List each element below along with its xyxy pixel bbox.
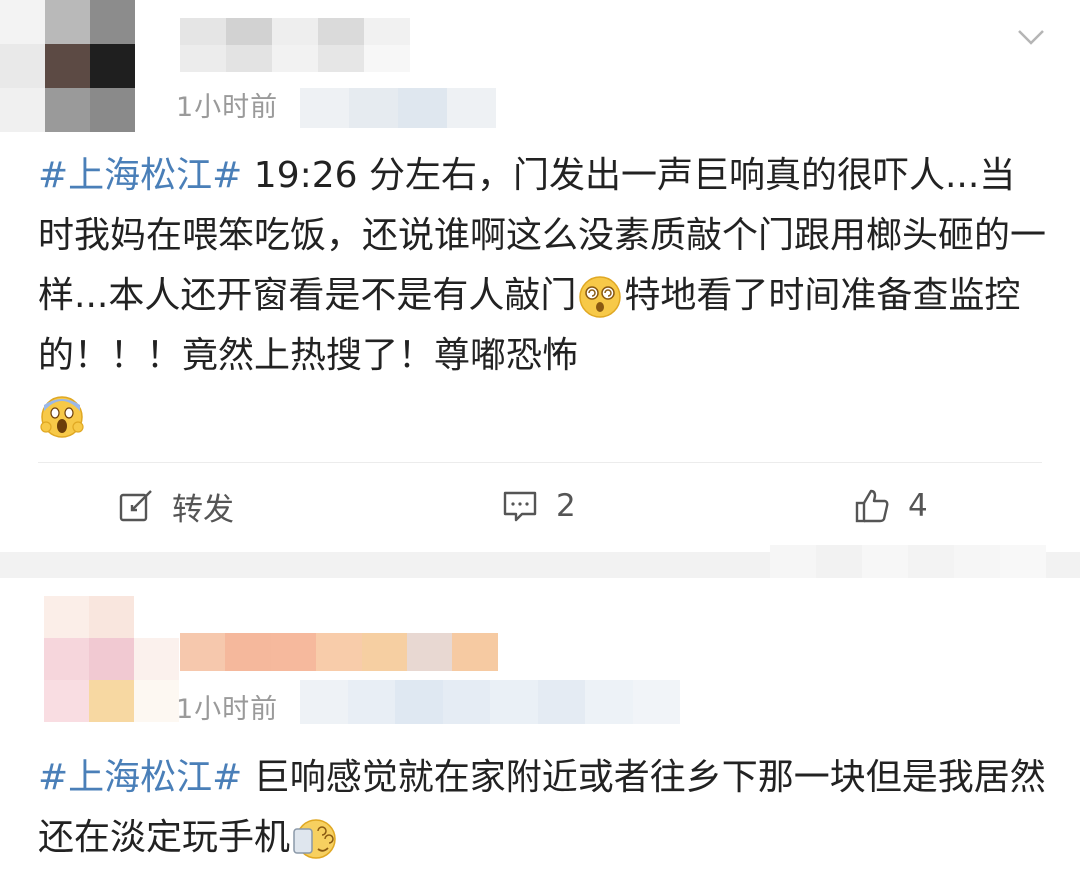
avatar[interactable] — [44, 596, 180, 722]
post-content: #上海松江# 巨响感觉就在家附近或者往乡下那一块但是我居然还在淡定玩手机 — [38, 748, 1048, 868]
dizzy-phone-emoji — [293, 819, 336, 859]
like-count: 4 — [908, 488, 928, 524]
post-source — [300, 88, 496, 128]
comment-count: 2 — [556, 488, 576, 524]
username[interactable] — [180, 633, 498, 671]
comment-icon — [503, 491, 537, 522]
comment-button[interactable]: 2 — [502, 480, 576, 532]
post-content: #上海松江# 19:26 分左右，门发出一声巨响真的很吓人...当时我妈在喂笨吃… — [38, 146, 1048, 446]
edit-icon — [119, 490, 152, 522]
topic-link[interactable]: #上海松江# — [38, 155, 242, 196]
post-time: 1小时前 — [176, 92, 279, 123]
thumbs-up-icon — [855, 489, 889, 523]
repost-label: 转发 — [172, 491, 234, 528]
dizzy-face-emoji — [579, 276, 622, 318]
post-time: 1小时前 — [176, 694, 279, 725]
avatar[interactable] — [0, 0, 136, 132]
username[interactable] — [180, 18, 410, 72]
like-button[interactable]: 4 — [854, 480, 928, 532]
screaming-face-emoji — [40, 396, 84, 438]
chevron-down-icon[interactable] — [1016, 22, 1046, 52]
post-card: 1小时前 #上海松江# 19:26 分左右，门发出一声巨响真的很吓人...当时我… — [0, 0, 1080, 552]
topic-link[interactable]: #上海松江# — [38, 757, 242, 798]
divider — [38, 462, 1042, 463]
post-source — [300, 680, 680, 724]
repost-button[interactable]: 转发 — [118, 480, 234, 532]
post-card: 1小时前 #上海松江# 巨响感觉就在家附近或者往乡下那一块但是我居然还在淡定玩手… — [0, 578, 1080, 896]
